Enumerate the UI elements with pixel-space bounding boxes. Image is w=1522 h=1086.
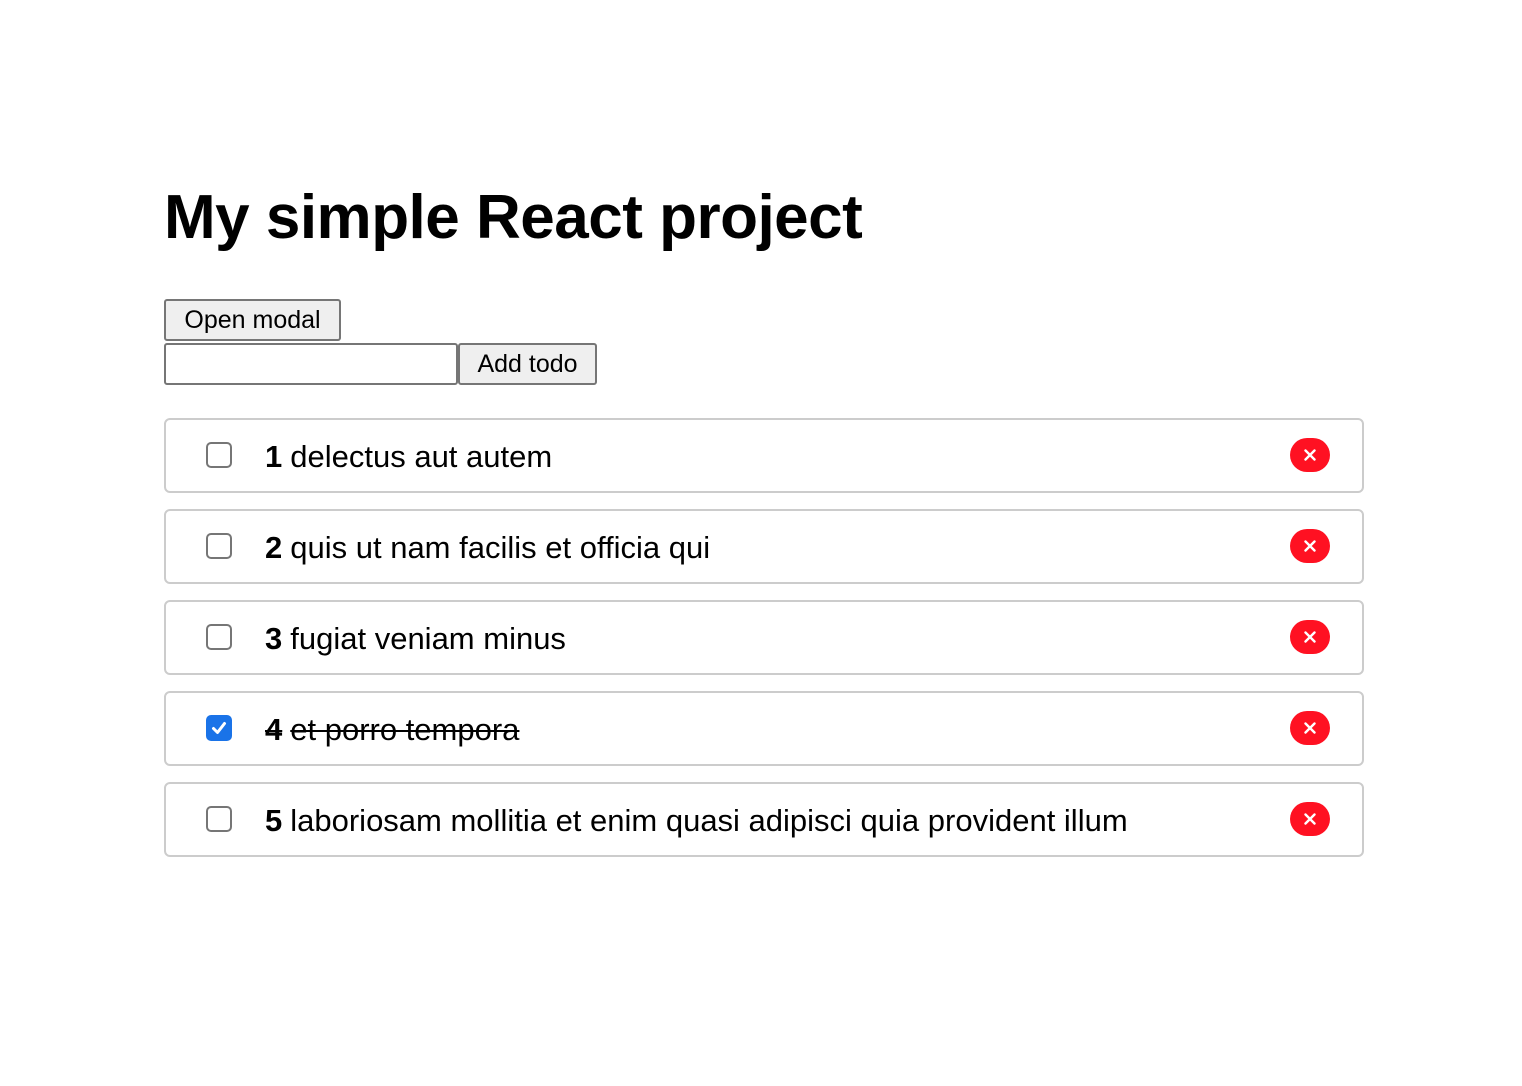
todo-input[interactable] — [164, 343, 458, 385]
delete-todo-button[interactable] — [1290, 438, 1330, 472]
todo-item: 2 quis ut nam facilis et officia qui — [164, 509, 1364, 584]
delete-todo-button[interactable] — [1290, 620, 1330, 654]
todo-title: quis ut nam facilis et officia qui — [290, 530, 711, 565]
close-icon — [1304, 722, 1316, 734]
todo-number: 1 — [265, 439, 283, 474]
close-icon — [1304, 631, 1316, 643]
todo-text: 5 laboriosam mollitia et enim quasi adipi… — [265, 802, 1128, 840]
todo-list: 1 delectus aut autem 2 quis ut nam facilis… — [164, 418, 1364, 873]
close-icon — [1304, 540, 1316, 552]
todo-checkbox[interactable] — [206, 533, 232, 559]
todo-item: 1 delectus aut autem — [164, 418, 1364, 493]
todo-checkbox[interactable] — [206, 715, 232, 741]
delete-todo-button[interactable] — [1290, 529, 1330, 563]
todo-title: laboriosam mollitia et enim quasi adipis… — [290, 803, 1128, 838]
close-icon — [1304, 449, 1316, 461]
todo-number: 2 — [265, 530, 283, 565]
checkmark-icon — [212, 722, 226, 734]
todo-text: 4 et porro tempora — [265, 711, 519, 749]
delete-todo-button[interactable] — [1290, 711, 1330, 745]
todo-title: et porro tempora — [290, 712, 520, 747]
todo-checkbox[interactable] — [206, 442, 232, 468]
page-title: My simple React project — [164, 183, 863, 252]
todo-number: 4 — [265, 712, 283, 747]
todo-text: 3 fugiat veniam minus — [265, 620, 566, 658]
todo-number: 3 — [265, 621, 283, 656]
todo-text: 1 delectus aut autem — [265, 438, 552, 476]
todo-checkbox[interactable] — [206, 806, 232, 832]
todo-item: 3 fugiat veniam minus — [164, 600, 1364, 675]
todo-text: 2 quis ut nam facilis et officia qui — [265, 529, 710, 567]
todo-title: fugiat veniam minus — [290, 621, 566, 656]
delete-todo-button[interactable] — [1290, 802, 1330, 836]
open-modal-button[interactable]: Open modal — [164, 299, 341, 341]
todo-item: 5 laboriosam mollitia et enim quasi adipi… — [164, 782, 1364, 857]
todo-checkbox[interactable] — [206, 624, 232, 650]
add-todo-button[interactable]: Add todo — [458, 343, 597, 385]
todo-item: 4 et porro tempora — [164, 691, 1364, 766]
todo-number: 5 — [265, 803, 283, 838]
close-icon — [1304, 813, 1316, 825]
todo-title: delectus aut autem — [290, 439, 553, 474]
